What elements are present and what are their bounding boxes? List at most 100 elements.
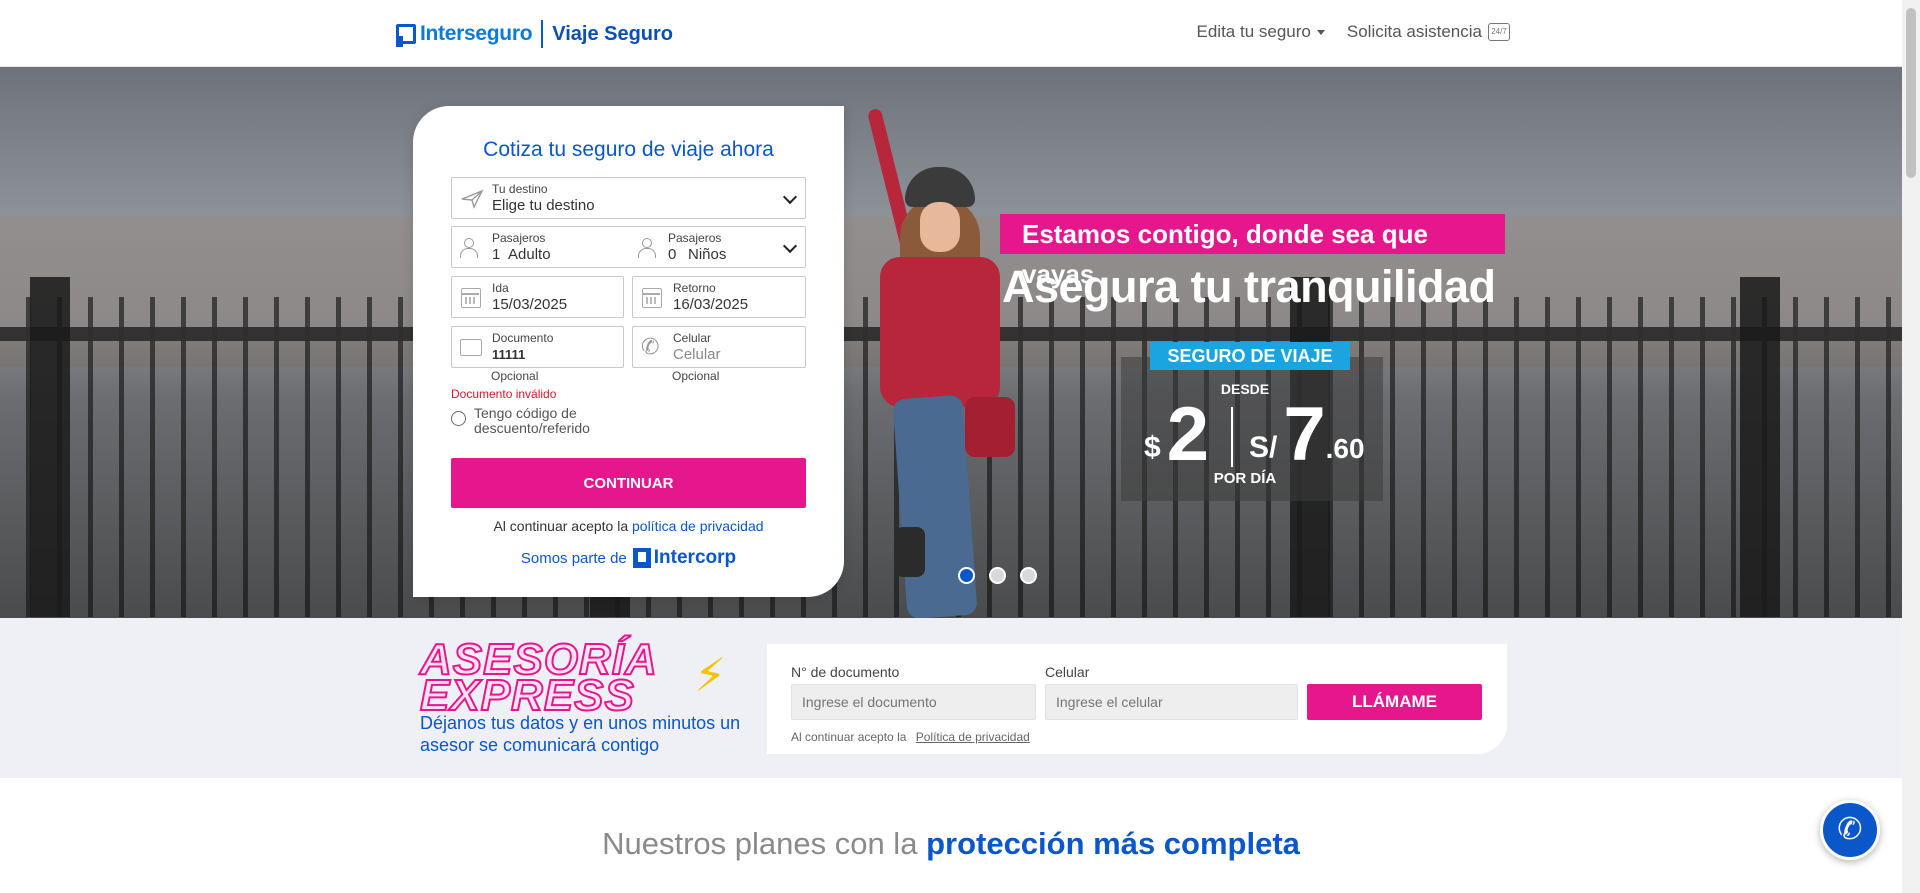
departure-label: Ida — [492, 281, 509, 295]
children-count: 0 — [668, 246, 677, 263]
quote-form-title: Cotiza tu seguro de viaje ahora — [483, 138, 774, 161]
usd-symbol: $ — [1144, 431, 1161, 464]
brand-logo[interactable]: Interseguro Viaje Seguro — [396, 20, 673, 48]
nav-edit-label: Edita tu seguro — [1196, 22, 1311, 41]
departure-value: 15/03/2025 — [492, 296, 568, 313]
logo-brand-text: Interseguro — [420, 22, 533, 45]
phone-icon: ✆ — [641, 334, 660, 359]
phone-icon: ✆ — [1837, 813, 1863, 846]
destination-value: Elige tu destino — [492, 197, 595, 214]
header-nav: Edita tu seguro Solicita asistencia 24/7 — [1197, 22, 1510, 42]
document-optional-note: Opcional — [491, 369, 539, 383]
promo-headline: Asegura tu tranquilidad — [1002, 261, 1496, 312]
logo-product-text: Viaje Seguro — [552, 22, 674, 45]
callback-document-input[interactable] — [791, 684, 1036, 720]
quote-form-card: Cotiza tu seguro de viaje ahora Tu desti… — [413, 106, 844, 597]
express-advice-section: ASESORÍA EXPRESS ⚡ Déjanos tus datos y e… — [0, 618, 1902, 778]
intercorp-logo: Intercorp — [632, 547, 737, 569]
document-field[interactable]: Documento 11111 — [451, 326, 624, 368]
discount-code-option[interactable]: Tengo código de descuento/referido — [451, 406, 614, 436]
carousel-dot[interactable] — [958, 567, 975, 584]
price-divider — [1230, 407, 1233, 467]
callback-privacy-notice: Al continuar acepto la Política de priva… — [791, 730, 1030, 744]
continue-button[interactable]: CONTINUAR — [451, 458, 806, 508]
nav-request-assistance[interactable]: Solicita asistencia 24/7 — [1347, 22, 1510, 42]
plans-title-highlight: protección más completa — [926, 826, 1300, 861]
document-value: 11111 — [492, 347, 526, 362]
express-advice-title: ASESORÍA EXPRESS — [419, 637, 658, 720]
railing-pillar — [1740, 277, 1780, 617]
page-scrollbar[interactable] — [1902, 0, 1920, 893]
callback-phone-label: Celular — [1045, 664, 1090, 680]
id-card-icon — [460, 339, 482, 356]
callback-privacy-link[interactable]: Política de privacidad — [916, 730, 1030, 744]
pen-price: 7 — [1283, 392, 1326, 477]
carousel-dots — [958, 567, 1037, 584]
callback-form: N° de documento Celular LLÁMAME Al conti… — [767, 644, 1507, 754]
adults-unit: Adulto — [508, 246, 551, 263]
group-membership: Somos parte de Intercorp — [413, 547, 844, 569]
part-of-label: Somos parte de — [520, 549, 627, 567]
express-advice-subtitle: Déjanos tus datos y en unos minutos un a… — [420, 713, 741, 755]
phone-optional-note: Opcional — [672, 369, 720, 383]
departure-date-field[interactable]: Ida 15/03/2025 — [451, 276, 624, 318]
privacy-prefix: Al continuar acepto la — [493, 518, 629, 534]
lightning-bolt-icon: ⚡ — [694, 649, 727, 701]
phone-placeholder: Celular — [673, 346, 721, 363]
chevron-down-icon — [782, 189, 798, 205]
railing-pillar — [30, 277, 70, 617]
intercorp-brand-text: Intercorp — [653, 547, 737, 568]
calendar-icon — [461, 288, 481, 308]
carousel-dot[interactable] — [1020, 567, 1037, 584]
scrollbar-thumb[interactable] — [1906, 8, 1916, 178]
callback-doc-label: N° de documento — [791, 664, 900, 680]
document-label: Documento — [492, 331, 554, 345]
destination-label: Tu destino — [492, 182, 548, 196]
discount-label: Tengo código de descuento/referido — [474, 405, 590, 436]
privacy-notice: Al continuar acepto la política de priva… — [413, 518, 844, 534]
airplane-icon — [460, 187, 484, 209]
chevron-down-icon — [782, 238, 798, 254]
return-date-field[interactable]: Retorno 16/03/2025 — [632, 276, 806, 318]
hero-traveler-image — [860, 107, 1050, 618]
promo-tagline: Estamos contigo, donde sea que vayas — [1000, 214, 1505, 289]
plans-title-prefix: Nuestros planes con la — [602, 826, 918, 861]
logo-divider — [541, 20, 544, 48]
calendar-icon — [642, 288, 662, 308]
discount-radio[interactable] — [451, 411, 466, 426]
call-me-button[interactable]: LLÁMAME — [1307, 684, 1482, 720]
return-label: Retorno — [673, 281, 716, 295]
adults-count: 1 — [492, 246, 501, 263]
callback-phone-input[interactable] — [1045, 684, 1298, 720]
express-title-line2: EXPRESS — [419, 671, 635, 720]
adults-label: Pasajeros — [492, 231, 546, 245]
pen-symbol: S/ — [1248, 431, 1278, 464]
children-label: Pasajeros — [668, 231, 722, 245]
intercorp-logo-icon — [632, 548, 651, 568]
carousel-dot[interactable] — [989, 567, 1006, 584]
privacy-policy-link[interactable]: política de privacidad — [632, 518, 764, 534]
site-header: Interseguro Viaje Seguro Edita tu seguro… — [0, 0, 1902, 67]
caret-down-icon — [1316, 29, 1325, 35]
price-display: $ 2 S/ 7 .60 — [1144, 397, 1365, 473]
document-error-message: Documento inválido — [451, 387, 557, 401]
destination-select[interactable]: Tu destino Elige tu destino — [451, 177, 806, 219]
per-day-label: POR DÍA — [1213, 470, 1277, 487]
phone-field[interactable]: ✆ Celular Celular — [632, 326, 806, 368]
phone-label: Celular — [673, 331, 712, 345]
pen-price-decimal: .60 — [1325, 433, 1365, 464]
children-unit: Niños — [688, 246, 727, 263]
chat-support-icon: 24/7 — [1488, 23, 1510, 41]
hero-banner: Estamos contigo, donde sea que vayas Ase… — [0, 67, 1902, 618]
interseguro-logo-icon — [396, 24, 416, 47]
floating-call-button[interactable]: ✆ — [1820, 800, 1880, 860]
nav-assist-label: Solicita asistencia — [1346, 22, 1482, 41]
person-icon — [460, 238, 478, 258]
return-value: 16/03/2025 — [673, 296, 749, 313]
travel-insurance-badge: SEGURO DE VIAJE — [1150, 342, 1350, 370]
passengers-select[interactable]: Pasajeros 1 Adulto Pasajeros 0 Niños — [451, 226, 806, 268]
nav-edit-insurance[interactable]: Edita tu seguro — [1197, 22, 1325, 42]
callback-privacy-prefix: Al continuar acepto la — [791, 730, 907, 744]
person-icon — [638, 238, 656, 258]
usd-price: 2 — [1166, 392, 1209, 477]
